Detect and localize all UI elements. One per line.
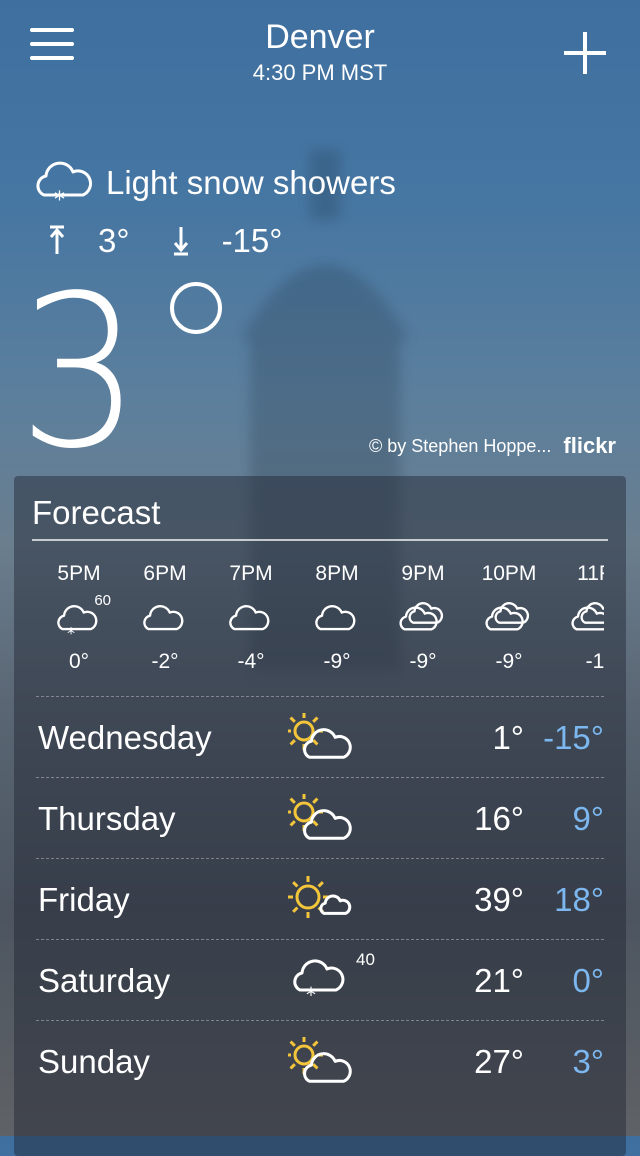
hourly-item: 5PM * 60 0° <box>36 562 122 672</box>
day-name: Friday <box>38 881 130 918</box>
hour-time: 11P <box>577 562 604 585</box>
day-low: -15° <box>543 719 604 756</box>
svg-text:*: * <box>67 624 75 642</box>
daily-row: Friday 39° 18° <box>36 858 604 939</box>
precip-chance: 40 <box>356 950 375 969</box>
hourly-item: 7PM -4° <box>208 562 294 672</box>
condition-text: Light snow showers <box>106 164 396 201</box>
hour-time: 7PM <box>229 562 273 585</box>
hour-icon <box>397 602 449 640</box>
forecast-panel: Forecast 5PM * 60 0° 6PM -2° 7PM -4° 8PM -9… <box>14 476 626 1156</box>
precip-chance: 60 <box>94 592 111 609</box>
hour-temp: 0° <box>68 650 90 672</box>
hour-temp: -2° <box>151 650 179 672</box>
cloud-icon <box>143 605 184 631</box>
add-location-icon[interactable] <box>564 32 606 74</box>
hour-time: 5PM <box>57 562 101 585</box>
hour-temp: -4° <box>237 650 265 672</box>
day-high: 39° <box>474 881 524 918</box>
hour-icon <box>225 602 277 640</box>
current-condition: * Light snow showers <box>30 155 396 211</box>
mostly-sunny-icon <box>287 876 352 918</box>
day-name: Thursday <box>38 800 176 837</box>
day-low: 3° <box>572 1043 604 1080</box>
hourly-forecast[interactable]: 5PM * 60 0° 6PM -2° 7PM -4° 8PM -9° 9PM -9° 1… <box>36 562 604 672</box>
day-low: 18° <box>554 881 604 918</box>
day-name: Sunday <box>38 1043 150 1080</box>
partly-sunny-icon <box>285 1036 352 1083</box>
forecast-divider <box>32 539 608 541</box>
flickr-logo[interactable]: flickr <box>563 433 616 459</box>
hour-temp: -1 <box>585 650 604 672</box>
local-time: 4:30 PM MST <box>252 60 388 85</box>
double-cloud-icon <box>571 602 604 631</box>
partly-sunny-icon <box>285 712 352 759</box>
snow-cloud-icon: * <box>36 161 93 209</box>
hourly-item: 9PM -9° <box>380 562 466 672</box>
snow-cloud-icon: * <box>293 959 345 1007</box>
forecast-title: Forecast <box>32 494 161 531</box>
hour-temp: -9° <box>409 650 437 672</box>
hour-time: 6PM <box>143 562 187 585</box>
hour-icon <box>139 602 191 640</box>
hour-time: 9PM <box>401 562 445 585</box>
partly-sunny-icon <box>285 793 352 840</box>
daily-forecast: Wednesday 1° -15° Thursday 16° 9° Friday 3… <box>36 696 604 1101</box>
day-high: 27° <box>474 1043 524 1080</box>
low-temp: -15° <box>221 222 283 259</box>
day-icon: * <box>288 956 354 1007</box>
svg-text:*: * <box>54 188 65 209</box>
day-high: 21° <box>474 962 524 999</box>
degree-symbol <box>170 282 222 334</box>
daily-row: Sunday 27° 3° <box>36 1020 604 1101</box>
hour-icon <box>311 602 363 640</box>
hour-time: 10PM <box>481 562 537 585</box>
day-high: 16° <box>474 800 524 837</box>
city-name: Denver <box>265 18 375 56</box>
hourly-item: 8PM -9° <box>294 562 380 672</box>
hourly-item: 10PM -9° <box>466 562 552 672</box>
day-icon <box>287 875 354 925</box>
svg-text:*: * <box>306 983 316 1006</box>
hour-temp: -9° <box>495 650 523 672</box>
day-icon <box>285 712 354 763</box>
daily-row: Wednesday 1° -15° <box>36 696 604 777</box>
arrow-down-icon <box>173 227 188 256</box>
day-low: 9° <box>572 800 604 837</box>
double-cloud-icon <box>485 602 530 631</box>
daily-row: Saturday * 40 21° 0° <box>36 939 604 1020</box>
cloud-icon <box>315 605 356 631</box>
photo-credit-text: © by Stephen Hoppe... <box>369 435 552 456</box>
hour-time: 8PM <box>315 562 359 585</box>
day-low: 0° <box>572 962 604 999</box>
current-temperature: 3 <box>18 250 141 495</box>
day-icon <box>285 793 354 844</box>
hour-icon <box>483 602 535 640</box>
daily-row: Thursday 16° 9° <box>36 777 604 858</box>
top-bar: Denver 4:30 PM MST <box>0 0 640 100</box>
day-name: Saturday <box>38 962 171 999</box>
day-icon <box>285 1036 354 1087</box>
hour-temp: -9° <box>323 650 351 672</box>
hourly-item: 11P -1 <box>552 562 604 672</box>
hourly-item: 6PM -2° <box>122 562 208 672</box>
cloud-icon <box>229 605 270 631</box>
hour-icon <box>569 602 604 640</box>
day-high: 1° <box>492 719 524 756</box>
day-name: Wednesday <box>38 719 212 756</box>
hour-icon: * 60 <box>53 592 111 643</box>
double-cloud-icon <box>399 602 444 631</box>
photo-credit[interactable]: © by Stephen Hoppe... flickr <box>369 433 616 459</box>
